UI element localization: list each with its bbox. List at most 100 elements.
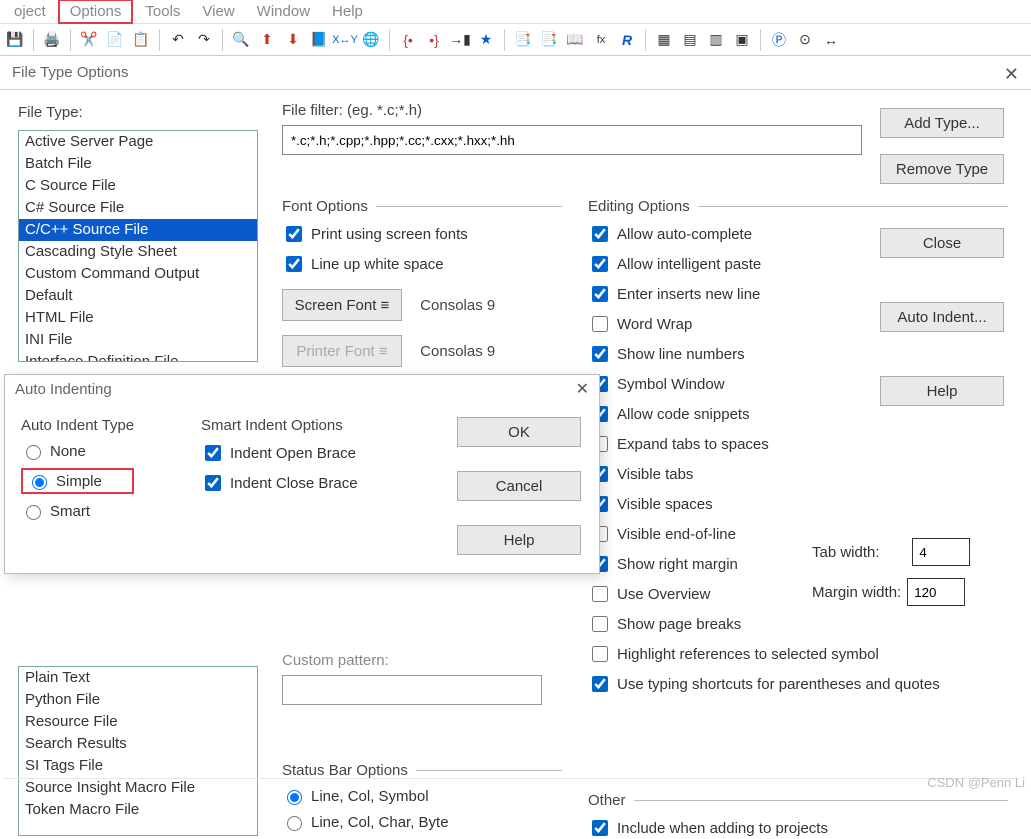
list-item[interactable]: Batch File: [19, 153, 257, 175]
brace-right-icon[interactable]: •}: [423, 29, 445, 51]
list-item[interactable]: Cascading Style Sheet: [19, 241, 257, 263]
editing-option-15[interactable]: Use typing shortcuts for parentheses and…: [588, 673, 1008, 695]
ai-type-title: Auto Indent Type: [21, 417, 134, 434]
save-icon[interactable]: 💾: [4, 29, 26, 51]
list-item[interactable]: Interface Definition File: [19, 351, 257, 362]
custom-pattern-input[interactable]: [282, 675, 542, 705]
undo-icon[interactable]: ↶: [167, 29, 189, 51]
line-up-white-space[interactable]: Line up white space: [282, 253, 562, 275]
layout4-icon[interactable]: ▣: [731, 29, 753, 51]
list-item[interactable]: Source Insight Macro File: [19, 777, 257, 799]
bookmark1-icon[interactable]: 📑: [512, 29, 534, 51]
list-item[interactable]: C# Source File: [19, 197, 257, 219]
editing-option-6[interactable]: Allow code snippets: [588, 403, 1008, 425]
layout3-icon[interactable]: ▥: [705, 29, 727, 51]
editing-option-3[interactable]: Word Wrap: [588, 313, 1008, 335]
font-options-title: Font Options: [282, 198, 368, 215]
print-using-screen-fonts[interactable]: Print using screen fonts: [282, 223, 562, 245]
ai-title: Auto Indenting: [15, 381, 112, 398]
file-filter-input[interactable]: [282, 125, 862, 155]
editing-options-title: Editing Options: [588, 198, 690, 215]
copy-icon[interactable]: 📄: [104, 29, 126, 51]
target-icon[interactable]: ⊙: [794, 29, 816, 51]
editing-option-4[interactable]: Show line numbers: [588, 343, 1008, 365]
status-opt2[interactable]: Line, Col, Char, Byte: [282, 813, 562, 831]
ai-close-icon[interactable]: ✕: [576, 379, 589, 399]
list-item[interactable]: INI File: [19, 329, 257, 351]
p-icon[interactable]: Ⓟ: [768, 29, 790, 51]
custom-pattern-label: Custom pattern:: [282, 652, 562, 669]
layout2-icon[interactable]: ▤: [679, 29, 701, 51]
editing-option-0[interactable]: Allow auto-complete: [588, 223, 1008, 245]
ai-ok-button[interactable]: OK: [457, 417, 581, 447]
menu-oject[interactable]: oject: [4, 1, 56, 22]
cut-icon[interactable]: ✂️: [78, 29, 100, 51]
r-icon[interactable]: R: [616, 29, 638, 51]
list-item[interactable]: Python File: [19, 689, 257, 711]
open-book-icon[interactable]: 📖: [564, 29, 586, 51]
list-item[interactable]: SI Tags File: [19, 755, 257, 777]
add-type-button[interactable]: Add Type...: [880, 108, 1004, 138]
fx-icon[interactable]: fx: [590, 29, 612, 51]
screen-font-value: Consolas 9: [420, 297, 495, 314]
close-icon[interactable]: ✕: [1004, 64, 1019, 85]
nav-up-icon[interactable]: ⬆: [256, 29, 278, 51]
paste-icon[interactable]: 📋: [130, 29, 152, 51]
ai-smart[interactable]: Smart: [21, 502, 134, 520]
ai-cancel-button[interactable]: Cancel: [457, 471, 581, 501]
web-icon[interactable]: 🌐: [360, 29, 382, 51]
ai-indent-close[interactable]: Indent Close Brace: [201, 472, 358, 494]
editing-option-2[interactable]: Enter inserts new line: [588, 283, 1008, 305]
printer-font-button[interactable]: Printer Font ≡: [282, 335, 402, 367]
printer-font-value: Consolas 9: [420, 343, 495, 360]
auto-indenting-dialog: Auto Indenting ✕ Auto Indent Type None Si…: [4, 374, 600, 574]
other-title: Other: [588, 792, 626, 809]
list-item[interactable]: Plain Text: [19, 667, 257, 689]
editing-option-7[interactable]: Expand tabs to spaces: [588, 433, 1008, 455]
bookmark2-icon[interactable]: 📑: [538, 29, 560, 51]
list-item[interactable]: Custom Command Output: [19, 263, 257, 285]
brace-left-icon[interactable]: {•: [397, 29, 419, 51]
print-icon[interactable]: 🖨️: [41, 29, 63, 51]
menu-view[interactable]: View: [192, 1, 244, 22]
ai-simple[interactable]: Simple: [21, 468, 134, 494]
list-item[interactable]: Token Macro File: [19, 799, 257, 821]
list-item[interactable]: HTML File: [19, 307, 257, 329]
nav-down-icon[interactable]: ⬇: [282, 29, 304, 51]
editing-option-8[interactable]: Visible tabs: [588, 463, 1008, 485]
file-type-list-continued[interactable]: Plain Text Python File Resource File Sea…: [18, 666, 258, 836]
list-item-selected[interactable]: C/C++ Source File: [19, 219, 257, 241]
include-when-adding[interactable]: Include when adding to projects: [588, 817, 1008, 839]
list-item[interactable]: Active Server Page: [19, 131, 257, 153]
indent-icon[interactable]: →▮: [449, 29, 471, 51]
file-type-list[interactable]: Active Server Page Batch File C Source F…: [18, 130, 258, 362]
editing-option-14[interactable]: Highlight references to selected symbol: [588, 643, 1008, 665]
editing-option-5[interactable]: Symbol Window: [588, 373, 1008, 395]
ai-indent-open[interactable]: Indent Open Brace: [201, 442, 358, 464]
search-icon[interactable]: 🔍: [230, 29, 252, 51]
list-item[interactable]: C Source File: [19, 175, 257, 197]
menu-options[interactable]: Options: [58, 0, 134, 24]
star-icon[interactable]: ★: [475, 29, 497, 51]
margin-width-input[interactable]: [907, 578, 965, 606]
list-item[interactable]: Default: [19, 285, 257, 307]
redo-icon[interactable]: ↷: [193, 29, 215, 51]
tab-width-input[interactable]: [912, 538, 970, 566]
book-icon[interactable]: 📘: [308, 29, 330, 51]
xy-icon[interactable]: X↔Y: [334, 29, 356, 51]
list-item[interactable]: Resource File: [19, 711, 257, 733]
list-item[interactable]: Search Results: [19, 733, 257, 755]
window-title: File Type Options: [12, 64, 128, 81]
layout1-icon[interactable]: ▦: [653, 29, 675, 51]
ai-none[interactable]: None: [21, 442, 134, 460]
editing-option-9[interactable]: Visible spaces: [588, 493, 1008, 515]
menu-tools[interactable]: Tools: [135, 1, 190, 22]
menubar: oject Options Tools View Window Help: [0, 0, 1031, 24]
screen-font-button[interactable]: Screen Font ≡: [282, 289, 402, 321]
menu-help[interactable]: Help: [322, 1, 373, 22]
editing-option-1[interactable]: Allow intelligent paste: [588, 253, 1008, 275]
ai-help-button[interactable]: Help: [457, 525, 581, 555]
arrow-icon[interactable]: ↔: [820, 29, 842, 51]
status-opt1[interactable]: Line, Col, Symbol: [282, 787, 562, 805]
menu-window[interactable]: Window: [247, 1, 320, 22]
